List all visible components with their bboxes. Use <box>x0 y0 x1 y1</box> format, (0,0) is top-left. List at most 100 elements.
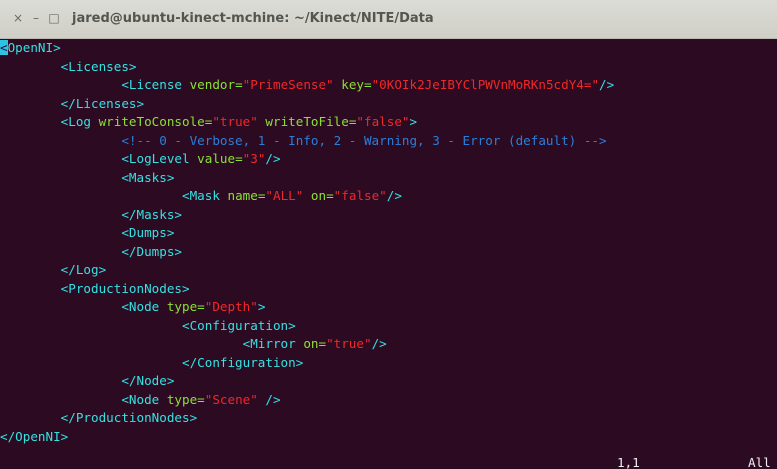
code-token: /> <box>265 151 281 166</box>
code-token: </Masks> <box>121 206 182 222</box>
code-token: </Node> <box>121 373 175 388</box>
code-token: "false" <box>333 188 387 203</box>
code-token: <Mask <box>181 188 228 203</box>
code-token: "false" <box>356 114 410 129</box>
code-token: <ProductionNodes> <box>60 280 190 296</box>
code-token: "true" <box>326 336 372 351</box>
terminal-area[interactable]: 1,1 All <OpenNI> <Licenses> <License ven… <box>0 39 777 469</box>
code-token: <Masks> <box>121 169 175 185</box>
code-token: </Dumps> <box>121 243 182 259</box>
code-line: <Mask name="ALL" on="false"/> <box>0 187 402 206</box>
cursor-position: 1,1 <box>617 455 640 469</box>
code-token: </Configuration> <box>181 354 304 370</box>
maximize-icon[interactable]: □ <box>46 10 62 26</box>
window-titlebar[interactable]: × – □ jared@ubuntu-kinect-mchine: ~/Kine… <box>0 0 777 39</box>
code-line: <!-- 0 - Verbose, 1 - Info, 2 - Warning,… <box>0 132 607 151</box>
code-line: </Dumps> <box>0 243 182 262</box>
code-token: <License <box>121 77 190 92</box>
code-line: </Log> <box>0 261 107 280</box>
code-line: <LogLevel value="3"/> <box>0 150 281 169</box>
code-token: on= <box>303 188 334 203</box>
code-line: </ProductionNodes> <box>0 409 197 428</box>
code-token: type= <box>166 391 205 407</box>
terminal-window: × – □ jared@ubuntu-kinect-mchine: ~/Kine… <box>0 0 777 469</box>
code-token: writeToFile= <box>257 114 357 129</box>
code-token: <Dumps> <box>121 225 175 240</box>
code-token: "true" <box>212 114 258 129</box>
code-line: <License vendor="PrimeSense" key="0KOIk2… <box>0 76 614 95</box>
code-line: <Configuration> <box>0 317 296 336</box>
code-token: </ProductionNodes> <box>60 410 198 425</box>
code-token: </Log> <box>60 262 107 277</box>
code-line: <Masks> <box>0 169 174 188</box>
code-token: "Scene" <box>204 391 258 407</box>
code-token: <Mirror <box>242 336 304 351</box>
code-token: </Licenses> <box>60 95 145 111</box>
code-token: "ALL" <box>265 188 304 203</box>
code-token: <Node <box>121 391 167 407</box>
code-line: </Masks> <box>0 206 182 225</box>
code-token: > <box>409 114 418 129</box>
code-token: vendor= <box>189 77 243 92</box>
code-token: on= <box>303 336 327 351</box>
code-line: <Licenses> <box>0 58 137 77</box>
code-token: <LogLevel <box>121 151 198 166</box>
code-token: "3" <box>242 151 266 166</box>
code-line: <Mirror on="true"/> <box>0 335 387 354</box>
code-token: <Node <box>121 299 167 314</box>
code-line: <Node type="Scene" /> <box>0 391 281 410</box>
code-line: </Node> <box>0 372 174 391</box>
code-line: <Log writeToConsole="true" writeToFile="… <box>0 113 417 132</box>
scroll-indicator: All <box>748 455 771 469</box>
code-token: value= <box>197 151 243 166</box>
code-line: <Node type="Depth"> <box>0 298 265 317</box>
code-token: <Log <box>60 114 99 129</box>
code-line: </Configuration> <box>0 354 303 373</box>
code-token: /> <box>257 391 281 407</box>
code-token: name= <box>227 188 266 203</box>
code-token: "PrimeSense" <box>242 77 334 92</box>
code-line: <OpenNI> <box>0 39 61 58</box>
code-token: <Configuration> <box>181 317 296 333</box>
code-token: type= <box>166 299 205 314</box>
code-token: <Licenses> <box>60 58 137 74</box>
code-token: writeToConsole= <box>98 114 213 129</box>
code-token: key= <box>333 77 372 92</box>
text-cursor: < <box>0 40 8 55</box>
close-icon[interactable]: × <box>10 10 26 26</box>
code-line: <Dumps> <box>0 224 174 243</box>
code-line: </OpenNI> <box>0 428 68 447</box>
code-line: </Licenses> <box>0 95 144 114</box>
code-token: </OpenNI> <box>0 428 69 444</box>
code-token: OpenNI> <box>7 40 61 55</box>
window-title: jared@ubuntu-kinect-mchine: ~/Kinect/NIT… <box>72 11 434 26</box>
code-token: /> <box>386 188 402 203</box>
minimize-icon[interactable]: – <box>28 10 44 26</box>
code-line: <ProductionNodes> <box>0 280 190 299</box>
code-token: "Depth" <box>204 299 258 314</box>
code-token: /> <box>599 77 615 92</box>
code-token: "0KOIk2JeIBYClPWVnMoRKn5cdY4=" <box>371 77 600 92</box>
code-token: /> <box>371 336 387 351</box>
code-token: <!-- 0 - Verbose, 1 - Info, 2 - Warning,… <box>121 132 607 148</box>
